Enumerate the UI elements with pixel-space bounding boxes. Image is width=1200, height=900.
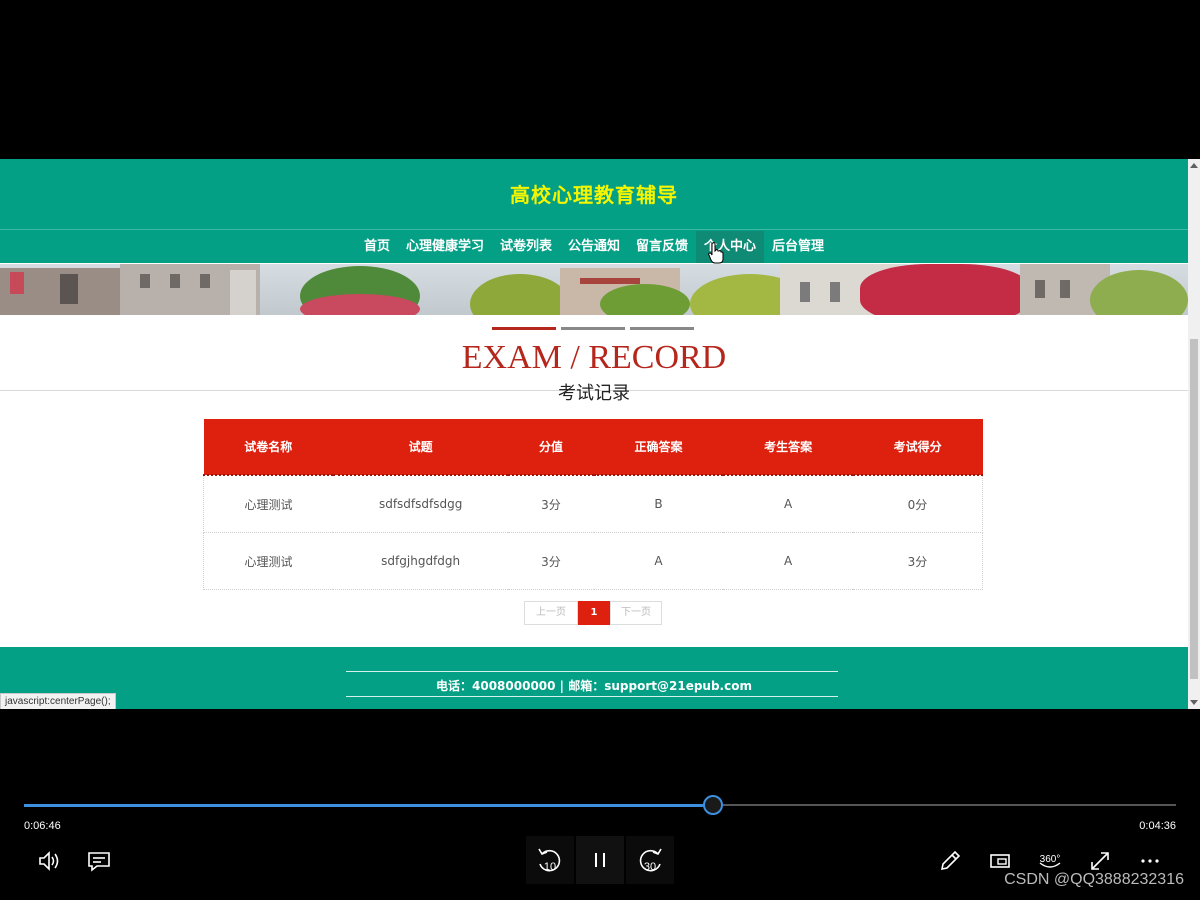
header-paper-name: 试卷名称 <box>203 419 334 476</box>
table-row: 心理测试 sdfsdfsdfsdgg 3分 B A 0分 <box>203 475 983 533</box>
pagination: 上一页 1 下一页 <box>524 601 662 625</box>
nav-item-feedback[interactable]: 留言反馈 <box>628 231 696 263</box>
nav-item-mental-health-study[interactable]: 心理健康学习 <box>398 231 492 263</box>
table-header-row: 试卷名称 试题 分值 正确答案 考生答案 考试得分 <box>203 419 983 476</box>
section-decor-bars <box>492 327 694 331</box>
cell-question: sdfsdfsdfsdgg <box>333 475 509 533</box>
header-exam-score: 考试得分 <box>852 419 983 476</box>
page-scrollbar[interactable] <box>1188 159 1200 709</box>
vr-360-label: 360° <box>1040 854 1061 865</box>
site-title: 高校心理教育辅导 <box>510 183 678 207</box>
time-elapsed: 0:06:46 <box>24 820 61 832</box>
scroll-up-icon[interactable] <box>1190 163 1198 168</box>
nav-item-admin[interactable]: 后台管理 <box>764 231 832 263</box>
cell-score-value: 3分 <box>508 475 594 533</box>
hand-cursor-icon <box>708 242 724 264</box>
section-title-cn: 考试记录 <box>558 383 630 404</box>
seek-handle[interactable] <box>702 795 723 815</box>
forward-icon: 30 <box>639 848 662 873</box>
prev-page-button[interactable]: 上一页 <box>524 601 578 625</box>
forward-button[interactable]: 30 <box>626 836 674 884</box>
captions-icon[interactable] <box>83 845 115 877</box>
nav-divider <box>0 229 1188 230</box>
scroll-thumb[interactable] <box>1190 339 1198 679</box>
cell-correct-answer: B <box>593 475 724 533</box>
seek-bar[interactable] <box>24 795 1176 815</box>
nav-item-personal-center[interactable]: 个人中心 <box>696 231 765 263</box>
cell-exam-score: 3分 <box>852 532 983 590</box>
nav-item-home[interactable]: 首页 <box>356 231 398 263</box>
pen-icon[interactable] <box>934 845 966 877</box>
forward-seconds: 30 <box>644 861 656 873</box>
main-nav: 首页 心理健康学习 试卷列表 公告通知 留言反馈 个人中心 后台管理 <box>0 231 1188 263</box>
nav-item-exam-list[interactable]: 试卷列表 <box>492 231 560 263</box>
nav-item-notices[interactable]: 公告通知 <box>560 231 628 263</box>
header-question: 试题 <box>333 419 509 476</box>
cell-exam-score: 0分 <box>852 475 983 533</box>
site-header: 高校心理教育辅导 首页 心理健康学习 试卷列表 公告通知 留言反馈 个人中心 后… <box>0 159 1188 263</box>
pause-icon <box>595 853 605 867</box>
status-bar-url: javascript:centerPage(); <box>0 693 116 709</box>
current-page-button[interactable]: 1 <box>578 601 610 625</box>
header-score-value: 分值 <box>508 419 594 476</box>
cell-question: sdfgjhgdfdgh <box>333 532 509 590</box>
cell-correct-answer: A <box>593 532 724 590</box>
header-student-answer: 考生答案 <box>723 419 853 476</box>
campus-banner-image <box>0 264 1188 315</box>
exam-record-table: 试卷名称 试题 分值 正确答案 考生答案 考试得分 心理测试 sdfsdfsdf… <box>203 419 983 590</box>
footer-bottom-rule <box>346 696 838 697</box>
rewind-icon: 10 <box>538 848 561 873</box>
pause-button[interactable] <box>576 836 624 884</box>
header-correct-answer: 正确答案 <box>593 419 724 476</box>
cell-student-answer: A <box>723 475 853 533</box>
footer-top-rule <box>346 671 838 672</box>
seek-bar-progress <box>24 804 712 807</box>
watermark-text: CSDN @QQ3888232316 <box>1004 871 1184 888</box>
cell-paper-name: 心理测试 <box>203 475 334 533</box>
site-footer: 电话：4008000000 | 邮箱：support@21epub.com <box>0 647 1188 709</box>
scroll-down-icon[interactable] <box>1190 700 1198 705</box>
next-page-button[interactable]: 下一页 <box>610 601 662 625</box>
cell-student-answer: A <box>723 532 853 590</box>
time-remaining: 0:04:36 <box>1139 820 1176 832</box>
table-row: 心理测试 sdfgjhgdfdgh 3分 A A 3分 <box>203 532 983 590</box>
rewind-seconds: 10 <box>544 861 556 873</box>
cell-paper-name: 心理测试 <box>203 532 334 590</box>
volume-icon[interactable] <box>33 845 65 877</box>
footer-contact: 电话：4008000000 | 邮箱：support@21epub.com <box>436 679 752 693</box>
web-page-frame: 高校心理教育辅导 首页 心理健康学习 试卷列表 公告通知 留言反馈 个人中心 后… <box>0 159 1188 709</box>
section-title-en: EXAM / RECORD <box>461 339 727 376</box>
cell-score-value: 3分 <box>508 532 594 590</box>
rewind-button[interactable]: 10 <box>526 836 574 884</box>
